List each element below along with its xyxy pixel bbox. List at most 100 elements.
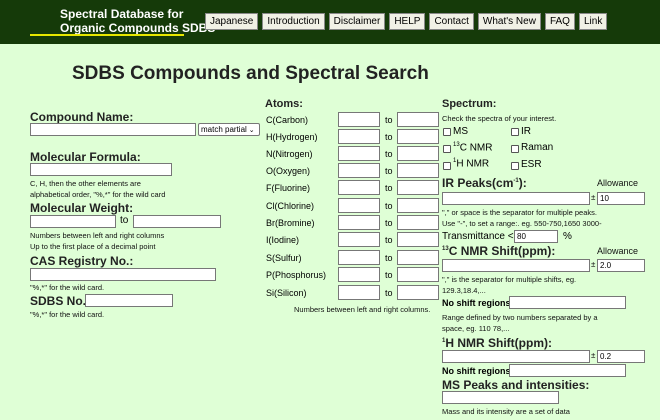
nav-link[interactable]: Link: [578, 13, 608, 30]
nav-menu: Japanese Introduction Disclaimer HELP Co…: [205, 13, 608, 30]
cas-input[interactable]: [30, 268, 216, 281]
atom-min-input[interactable]: [338, 215, 380, 230]
spectrum-help: Check the spectra of your interest.: [442, 114, 557, 123]
formula-help-1: C, H, then the other elements are: [30, 179, 141, 188]
brand-line-2: Organic Compounds SDBS: [60, 21, 216, 35]
c13-no-shift-input[interactable]: [509, 296, 626, 309]
nav-whats-new[interactable]: What's New: [477, 13, 541, 30]
atom-max-input[interactable]: [397, 250, 439, 265]
atom-row-iodine: I(Iodine) to: [266, 232, 446, 248]
nav-disclaimer[interactable]: Disclaimer: [328, 13, 386, 30]
formula-help-2: alphabetical order, "%,*" for the wild c…: [30, 190, 166, 199]
molecular-formula-input[interactable]: [30, 163, 172, 176]
atom-to-label: to: [385, 253, 393, 263]
atom-min-input[interactable]: [338, 163, 380, 178]
nav-faq[interactable]: FAQ: [544, 13, 575, 30]
atom-max-input[interactable]: [397, 180, 439, 195]
ir-checkbox-label: IR: [521, 126, 531, 137]
atom-max-input[interactable]: [397, 198, 439, 213]
nav-introduction[interactable]: Introduction: [262, 13, 325, 30]
raman-checkbox[interactable]: [511, 145, 519, 153]
c13-allowance-input[interactable]: [597, 259, 645, 272]
atom-max-input[interactable]: [397, 285, 439, 300]
c13-shift-input[interactable]: [442, 259, 590, 272]
compound-name-input[interactable]: [30, 123, 196, 136]
c13-sup: 13: [453, 142, 460, 148]
sdbs-no-label: SDBS No.:: [30, 294, 90, 308]
nav-help[interactable]: HELP: [389, 13, 426, 30]
atom-name: N(Nitrogen): [266, 149, 313, 159]
atom-to-label: to: [385, 132, 393, 142]
match-select-value: match partial: [201, 125, 247, 134]
atom-max-input[interactable]: [397, 215, 439, 230]
site-brand[interactable]: Spectral Database for Organic Compounds …: [60, 7, 215, 35]
ir-checkbox[interactable]: [511, 128, 519, 136]
h1-shift-label: 1H NMR Shift(ppm):: [442, 336, 552, 350]
h1-no-shift-label: No shift regions:: [442, 366, 514, 376]
h1-shift-input[interactable]: [442, 350, 590, 363]
weight-min-input[interactable]: [30, 215, 116, 228]
ir-label-text: IR Peaks(cm: [442, 176, 514, 190]
nav-japanese[interactable]: Japanese: [205, 13, 259, 30]
compound-name-label: Compound Name:: [30, 110, 134, 124]
atom-max-input[interactable]: [397, 163, 439, 178]
h1-allowance-input[interactable]: [597, 350, 645, 363]
atom-max-input[interactable]: [397, 112, 439, 127]
ir-pm: ±: [591, 193, 596, 202]
atom-name: Cl(Chlorine): [266, 201, 315, 211]
atom-min-input[interactable]: [338, 267, 380, 282]
atom-name: Br(Bromine): [266, 218, 315, 228]
atom-to-label: to: [385, 270, 393, 280]
ms-checkbox[interactable]: [443, 128, 451, 136]
ms-help: Mass and its intensity are a set of data: [442, 407, 570, 416]
chevron-down-icon: ⌄: [248, 127, 255, 134]
atom-max-input[interactable]: [397, 232, 439, 247]
atom-to-label: to: [385, 149, 393, 159]
ir-allowance-label: Allowance: [597, 178, 639, 188]
h1-pm: ±: [591, 351, 596, 360]
atom-name: H(Hydrogen): [266, 132, 318, 142]
ir-allowance-input[interactable]: [597, 192, 645, 205]
c13-shift-sup: 13: [442, 246, 449, 252]
c13-shift-label: 13C NMR Shift(ppm):: [442, 244, 555, 258]
esr-checkbox[interactable]: [511, 162, 519, 170]
ms-peaks-input[interactable]: [442, 391, 559, 404]
h1-text: H NMR: [456, 158, 490, 170]
atom-name: S(Sulfur): [266, 253, 302, 263]
atom-min-input[interactable]: [338, 198, 380, 213]
atom-row-hydrogen: H(Hydrogen) to: [266, 129, 446, 145]
weight-max-input[interactable]: [133, 215, 221, 228]
brand-underline: [30, 34, 184, 36]
atom-row-fluorine: F(Fluorine) to: [266, 180, 446, 196]
sdbs-no-input[interactable]: [85, 294, 173, 307]
atom-max-input[interactable]: [397, 146, 439, 161]
atom-min-input[interactable]: [338, 180, 380, 195]
atom-name: F(Fluorine): [266, 183, 311, 193]
transmittance-input[interactable]: [514, 230, 558, 243]
h1-nmr-checkbox[interactable]: [443, 162, 451, 170]
atom-min-input[interactable]: [338, 232, 380, 247]
c13-nmr-checkbox[interactable]: [443, 145, 451, 153]
atom-min-input[interactable]: [338, 129, 380, 144]
atom-min-input[interactable]: [338, 285, 380, 300]
c13-help-1: "," is the separator for multiple shifts…: [442, 275, 577, 284]
atom-to-label: to: [385, 235, 393, 245]
ir-peaks-input[interactable]: [442, 192, 590, 205]
percent-label: %: [563, 231, 572, 242]
h1-nmr-checkbox-label: 1H NMR: [453, 158, 489, 169]
atom-min-input[interactable]: [338, 250, 380, 265]
match-select[interactable]: match partial ⌄: [198, 123, 260, 136]
c13-no-shift-label: No shift regions:: [442, 298, 514, 308]
atom-name: Si(Silicon): [266, 288, 307, 298]
atom-name: O(Oxygen): [266, 166, 311, 176]
c13-help-2: 129.3,18.4,...: [442, 286, 486, 295]
atom-max-input[interactable]: [397, 129, 439, 144]
atom-min-input[interactable]: [338, 112, 380, 127]
h1-no-shift-input[interactable]: [509, 364, 626, 377]
atom-min-input[interactable]: [338, 146, 380, 161]
weight-help-2: Up to the first place of a decimal point: [30, 242, 156, 251]
ir-help-1: "," or space is the separator for multip…: [442, 208, 597, 217]
atom-max-input[interactable]: [397, 267, 439, 282]
nav-contact[interactable]: Contact: [429, 13, 474, 30]
c13-text: C NMR: [459, 142, 493, 154]
